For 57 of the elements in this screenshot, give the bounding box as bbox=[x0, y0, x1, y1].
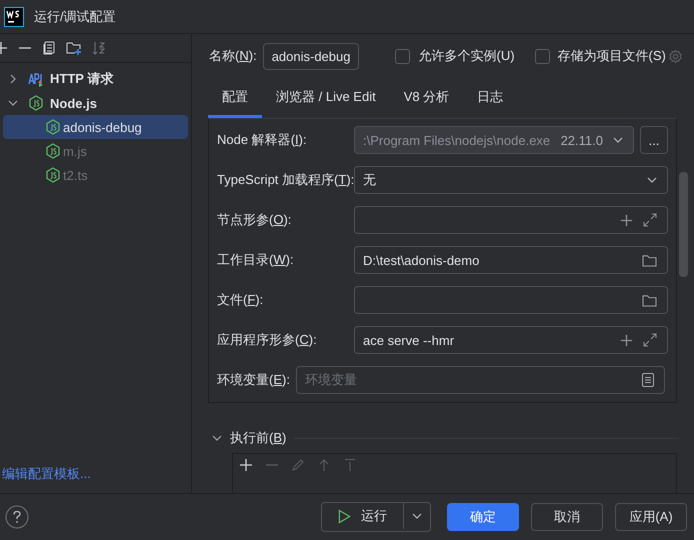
option-checkbox[interactable]: 存储为项目文件(S) bbox=[534, 47, 666, 65]
copy-icon[interactable] bbox=[42, 41, 56, 55]
add-icon[interactable] bbox=[620, 334, 633, 346]
nodejs-icon bbox=[28, 95, 44, 111]
folder-icon[interactable] bbox=[642, 294, 657, 306]
path-field[interactable] bbox=[354, 286, 668, 314]
field-label: Node 解释器(I): bbox=[217, 131, 308, 149]
tree-item[interactable]: adonis-debug bbox=[3, 115, 188, 139]
field-label: 节点形参(O): bbox=[217, 211, 292, 229]
chevron-icon[interactable] bbox=[8, 98, 18, 108]
play-icon bbox=[338, 508, 351, 524]
chevron-icon[interactable] bbox=[212, 433, 222, 443]
section-title[interactable]: 执行前(B) bbox=[230, 429, 286, 447]
path-field[interactable]: D:\test\adonis-demo bbox=[354, 246, 668, 274]
tab[interactable]: 日志 bbox=[463, 78, 518, 118]
sort-icon[interactable] bbox=[92, 41, 106, 55]
name-label: 名称(N): bbox=[209, 47, 257, 65]
dialog-button[interactable]: 应用(A) bbox=[615, 503, 687, 531]
loader-dropdown[interactable]: 无 bbox=[354, 166, 668, 194]
expand-icon[interactable] bbox=[643, 213, 657, 227]
document-icon[interactable] bbox=[642, 373, 654, 387]
nodejs-icon bbox=[45, 119, 61, 135]
app-logo-icon bbox=[4, 6, 24, 26]
add-icon[interactable] bbox=[239, 458, 253, 472]
nodejs-icon bbox=[45, 143, 61, 159]
input-field[interactable] bbox=[354, 206, 668, 234]
tree-item[interactable]: Node.js bbox=[3, 91, 188, 115]
option-checkbox[interactable]: 允许多个实例(U) bbox=[395, 47, 515, 65]
new-folder-icon[interactable] bbox=[66, 41, 82, 55]
field-label: 文件(F): bbox=[217, 291, 264, 309]
chevron-icon bbox=[647, 175, 657, 185]
folder-icon[interactable] bbox=[642, 254, 657, 266]
interpreter-dropdown[interactable]: :\Program Files\nodejs\node.exe 22.11.0 bbox=[354, 126, 634, 154]
edit-templates-link[interactable]: 编辑配置模板... bbox=[0, 465, 191, 483]
help-icon[interactable] bbox=[5, 505, 29, 529]
field-label: TypeScript 加载程序(T): bbox=[217, 171, 354, 189]
input-field[interactable]: ace serve --hmr bbox=[354, 326, 668, 354]
api-icon bbox=[28, 71, 44, 87]
scrollbar-thumb[interactable] bbox=[679, 172, 688, 277]
chevron-icon bbox=[613, 135, 623, 145]
chevron-icon[interactable] bbox=[8, 74, 18, 84]
tab[interactable]: 浏览器 / Live Edit bbox=[262, 78, 390, 118]
field-label: 应用程序形参(C): bbox=[217, 331, 318, 349]
window-title: 运行/调试配置 bbox=[34, 8, 116, 26]
name-field[interactable]: adonis-debug bbox=[262, 42, 360, 70]
nodejs-icon bbox=[45, 167, 61, 183]
browse-button[interactable]: ... bbox=[640, 126, 668, 154]
dialog-button[interactable]: 取消 bbox=[531, 503, 603, 531]
chevron-icon bbox=[412, 511, 422, 521]
field-label: 环境变量(E): bbox=[217, 371, 291, 389]
tab[interactable]: 配置 bbox=[208, 78, 262, 118]
add-icon[interactable] bbox=[620, 214, 633, 226]
tab[interactable]: V8 分析 bbox=[390, 78, 464, 118]
tree-item[interactable]: HTTP 请求 bbox=[3, 67, 188, 91]
ok-button[interactable]: 确定 bbox=[447, 503, 519, 531]
field-label: 工作目录(W): bbox=[217, 251, 295, 269]
expand-icon[interactable] bbox=[643, 333, 657, 347]
